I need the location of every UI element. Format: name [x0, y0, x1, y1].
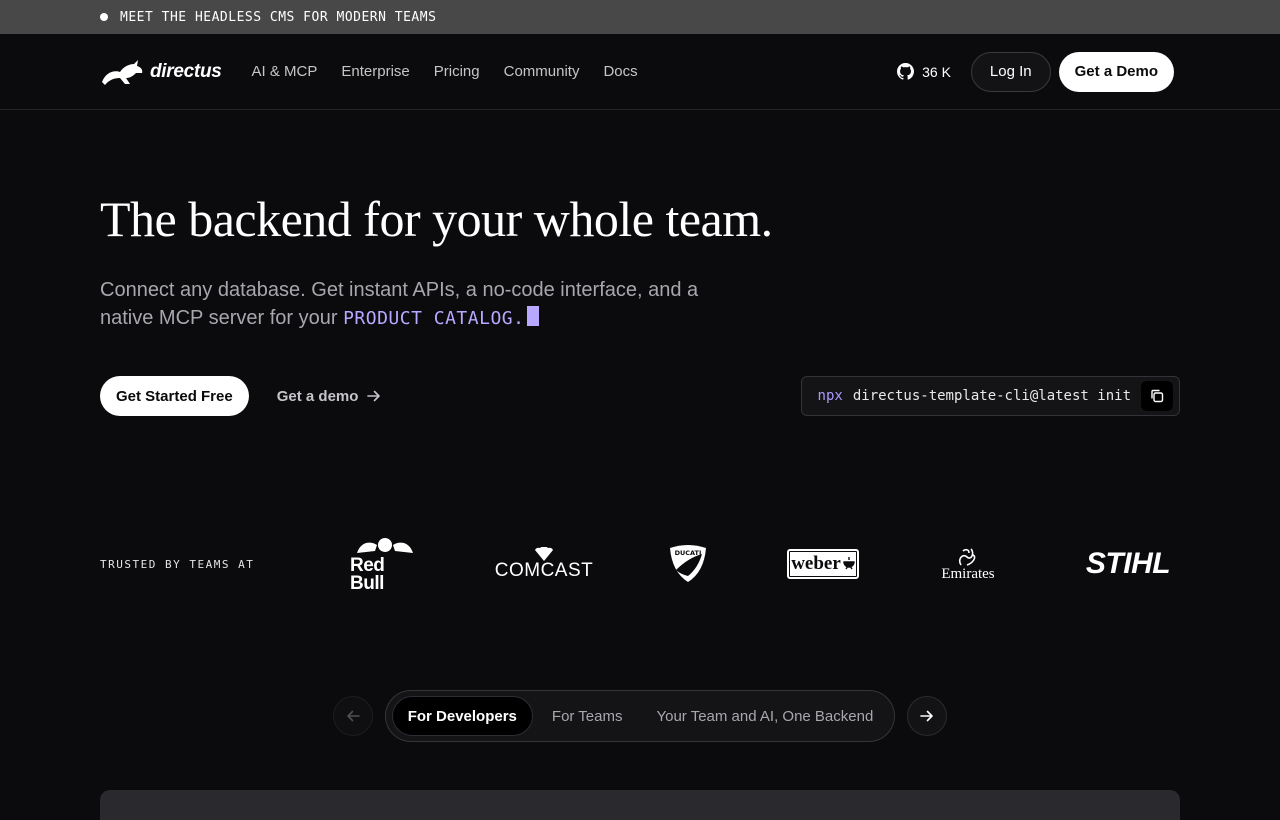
- typing-cursor: [527, 306, 540, 326]
- github-star-count: 36 K: [922, 63, 951, 80]
- rabbit-logo-icon: [102, 59, 143, 85]
- stihl-text: STIHL: [1085, 547, 1171, 580]
- arrow-right-icon: [367, 390, 381, 402]
- stihl-logo: STIHL: [1076, 547, 1180, 580]
- tab-for-teams[interactable]: For Teams: [537, 696, 638, 736]
- customer-logos: Red Bull COMCAST DUCATI weber Emirates S…: [350, 535, 1180, 593]
- logo-wordmark: directus: [150, 60, 222, 82]
- emirates-text: Emirates: [941, 566, 995, 582]
- bullet-dot-icon: [100, 13, 108, 21]
- tab-team-and-ai[interactable]: Your Team and AI, One Backend: [641, 696, 888, 736]
- ducati-text: DUCATI: [675, 549, 702, 557]
- hero-section: The backend for your whole team. Connect…: [0, 110, 1280, 333]
- nav-link-pricing[interactable]: Pricing: [434, 63, 480, 80]
- emirates-calligraphy-icon: [958, 548, 976, 566]
- peacock-icon: [535, 547, 553, 561]
- previous-tab-button[interactable]: [332, 696, 373, 736]
- ducati-logo: DUCATI: [668, 544, 708, 584]
- get-a-demo-label: Get a demo: [276, 387, 359, 405]
- trusted-label: TRUSTED BY TEAMS AT: [100, 557, 255, 571]
- hero-title: The backend for your whole team.: [100, 191, 773, 247]
- announcement-bar[interactable]: MEET THE HEADLESS CMS FOR MODERN TEAMS: [0, 0, 1280, 34]
- ducati-shield-icon: DUCATI: [670, 545, 706, 582]
- arrow-right-icon: [920, 710, 934, 722]
- cta-row: Get Started Free Get a demo npx directus…: [100, 376, 1180, 416]
- nav-link-ai-mcp[interactable]: AI & MCP: [252, 63, 318, 80]
- get-a-demo-link[interactable]: Get a demo: [277, 388, 383, 405]
- typed-highlight: PRODUCT CATALOG.: [343, 308, 525, 329]
- feature-tabs: For Developers For Teams Your Team and A…: [384, 690, 896, 742]
- feature-tabs-row: For Developers For Teams Your Team and A…: [0, 690, 1280, 742]
- trusted-by-section: TRUSTED BY TEAMS AT Red Bull COMCAST DUC…: [100, 538, 1180, 593]
- login-button[interactable]: Log In: [970, 51, 1051, 92]
- comcast-logo: COMCAST: [495, 547, 593, 581]
- emirates-logo: Emirates: [938, 547, 998, 582]
- hero-subtitle-line1: Connect any database. Get instant APIs, …: [100, 279, 699, 301]
- cli-command-box[interactable]: npx directus-template-cli@latest init: [800, 376, 1180, 416]
- copy-command-button[interactable]: [1141, 381, 1173, 411]
- hero-subtitle: Connect any database. Get instant APIs, …: [100, 276, 780, 333]
- get-a-demo-button[interactable]: Get a Demo: [1058, 51, 1174, 92]
- nav-link-enterprise[interactable]: Enterprise: [341, 63, 409, 80]
- nav-link-community[interactable]: Community: [504, 63, 580, 80]
- weber-logo: weber: [786, 549, 860, 579]
- redbull-logo: Red Bull: [350, 535, 420, 593]
- nav-actions: 36 K Log In Get a Demo: [897, 51, 1174, 92]
- next-tab-button[interactable]: [907, 696, 948, 736]
- github-stars-link[interactable]: 36 K: [897, 63, 951, 80]
- bulls-icon: [357, 538, 413, 553]
- directus-logo[interactable]: directus: [100, 58, 222, 86]
- grill-icon: [843, 557, 855, 570]
- tab-for-developers[interactable]: For Developers: [391, 696, 533, 736]
- nav-links: AI & MCP Enterprise Pricing Community Do…: [252, 63, 638, 80]
- get-started-free-button[interactable]: Get Started Free: [100, 376, 249, 416]
- arrow-left-icon: [346, 710, 360, 722]
- announcement-text[interactable]: MEET THE HEADLESS CMS FOR MODERN TEAMS: [120, 10, 436, 25]
- weber-text: weber: [791, 553, 841, 574]
- cli-command[interactable]: directus-template-cli@latest init: [853, 388, 1131, 404]
- redbull-text: Red Bull: [350, 555, 385, 594]
- nav-link-docs[interactable]: Docs: [603, 63, 637, 80]
- github-icon: [897, 63, 915, 80]
- cli-prefix: npx: [817, 388, 843, 404]
- copy-icon: [1151, 389, 1164, 403]
- top-navigation: directus AI & MCP Enterprise Pricing Com…: [0, 34, 1280, 110]
- comcast-text: COMCAST: [494, 560, 594, 581]
- feature-preview-panel: [100, 790, 1180, 820]
- hero-subtitle-line2: native MCP server for your: [100, 307, 338, 329]
